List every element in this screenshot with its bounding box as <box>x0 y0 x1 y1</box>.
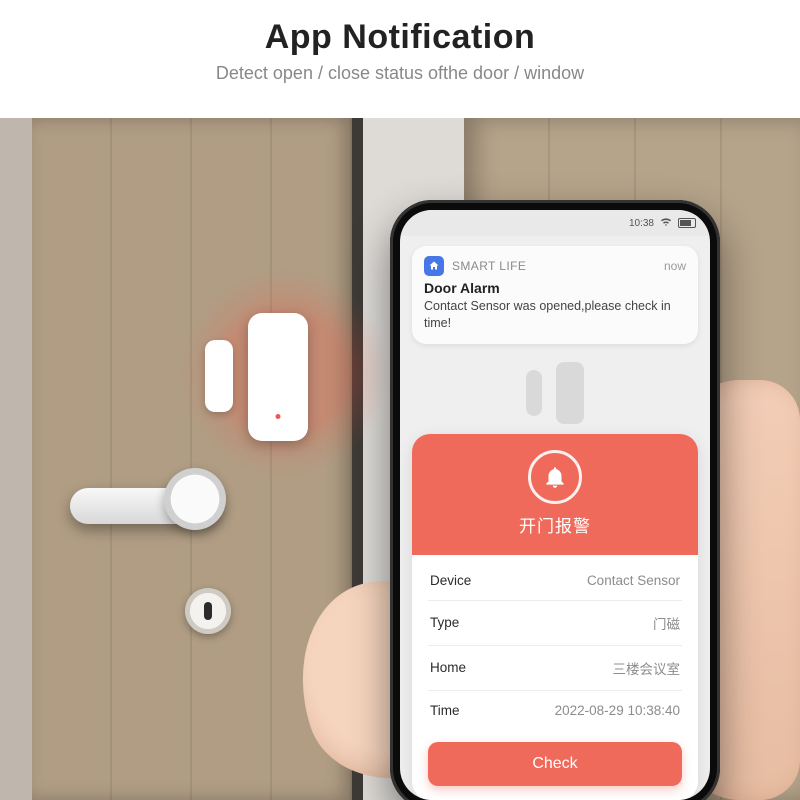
sensor-silhouette <box>400 358 710 428</box>
alarm-header: 开门报警 <box>412 434 698 555</box>
statusbar-time: 10:38 <box>629 218 654 229</box>
row-label: Device <box>430 573 471 588</box>
row-value: 三楼会议室 <box>613 658 681 678</box>
status-bar: 10:38 <box>400 210 710 236</box>
door-lock <box>185 588 231 634</box>
push-notification[interactable]: SMART LIFE now Door Alarm Contact Sensor… <box>412 246 698 344</box>
alarm-row-type: Type 门磁 <box>428 601 682 646</box>
home-icon <box>424 256 444 276</box>
phone-frame: 10:38 SMART LIFE now Door Alarm Contact … <box>390 200 720 800</box>
page-subtitle: Detect open / close status ofthe door / … <box>0 63 800 84</box>
row-value: Contact Sensor <box>587 573 680 588</box>
alarm-row-time: Time 2022-08-29 10:38:40 <box>428 691 682 730</box>
bell-icon <box>528 450 582 504</box>
notification-title: Door Alarm <box>424 280 686 296</box>
notification-app-name: SMART LIFE <box>452 259 526 273</box>
wifi-icon <box>660 217 672 230</box>
product-scene: 10:38 SMART LIFE now Door Alarm Contact … <box>0 118 800 800</box>
notification-time: now <box>664 259 686 273</box>
sensor-body <box>248 313 308 441</box>
page-title: App Notification <box>0 18 800 57</box>
alarm-row-device: Device Contact Sensor <box>428 561 682 601</box>
battery-icon <box>678 218 696 228</box>
row-value: 2022-08-29 10:38:40 <box>555 703 680 718</box>
row-label: Home <box>430 660 466 675</box>
check-button[interactable]: Check <box>428 742 682 786</box>
alarm-rows: Device Contact Sensor Type 门磁 Home 三楼会议室… <box>412 555 698 732</box>
alarm-row-home: Home 三楼会议室 <box>428 646 682 691</box>
row-label: Time <box>430 703 460 718</box>
sensor-magnet <box>205 340 233 412</box>
row-label: Type <box>430 615 459 630</box>
alarm-title: 开门报警 <box>412 512 698 537</box>
door-handle <box>70 488 220 524</box>
phone-screen: 10:38 SMART LIFE now Door Alarm Contact … <box>400 210 710 800</box>
alarm-card: 开门报警 Device Contact Sensor Type 门磁 Home … <box>412 434 698 800</box>
row-value: 门磁 <box>653 613 680 633</box>
notification-body: Contact Sensor was opened,please check i… <box>424 298 686 332</box>
